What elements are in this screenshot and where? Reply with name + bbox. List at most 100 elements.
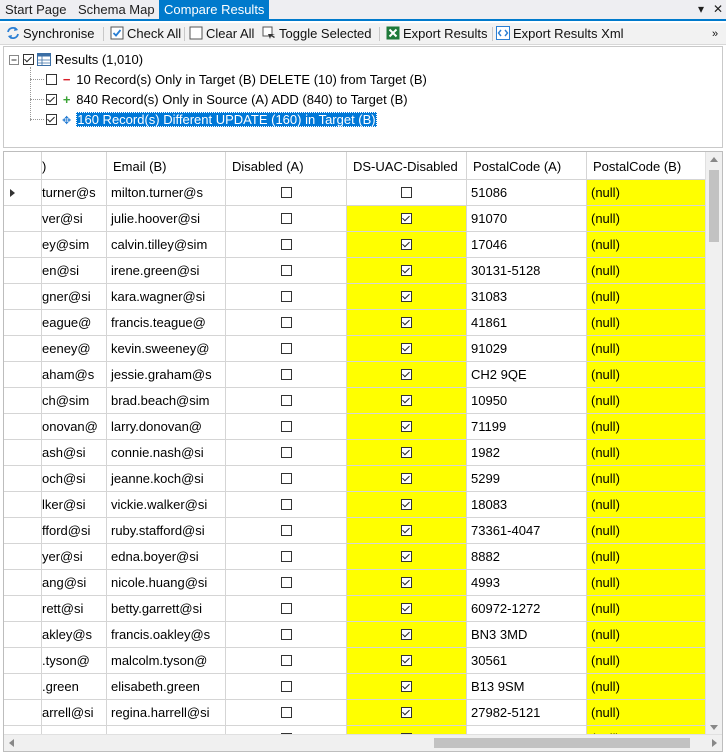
email-a-cell[interactable]: gner@si: [42, 284, 107, 310]
postal-code-b-cell[interactable]: (null): [587, 336, 707, 362]
column-header[interactable]: DS-UAC-Disabled: [347, 152, 467, 180]
vertical-scroll-thumb[interactable]: [709, 170, 719, 242]
column-header[interactable]: ): [42, 152, 107, 180]
disabled-a-checkbox[interactable]: [280, 473, 292, 484]
clear-all-button[interactable]: Clear All: [189, 25, 254, 43]
disabled-a-cell[interactable]: [226, 596, 347, 622]
postal-code-b-cell[interactable]: (null): [587, 440, 707, 466]
row-header[interactable]: [4, 440, 42, 466]
ds-uac-disabled-cell[interactable]: [347, 544, 467, 570]
postal-code-b-cell[interactable]: (null): [587, 232, 707, 258]
disabled-a-cell[interactable]: [226, 674, 347, 700]
disabled-a-cell[interactable]: [226, 336, 347, 362]
ds-uac-disabled-cell[interactable]: [347, 258, 467, 284]
disabled-a-checkbox[interactable]: [280, 447, 292, 458]
ds-uac-disabled-checkbox[interactable]: [401, 213, 412, 224]
email-b-cell[interactable]: milton.turner@s: [107, 180, 226, 206]
horizontal-scroll-thumb[interactable]: [434, 738, 690, 748]
ds-uac-disabled-cell[interactable]: [347, 336, 467, 362]
ds-uac-disabled-checkbox[interactable]: [401, 551, 412, 562]
disabled-a-checkbox[interactable]: [280, 681, 292, 692]
ds-uac-disabled-cell[interactable]: [347, 674, 467, 700]
row-header[interactable]: [4, 336, 42, 362]
email-a-cell[interactable]: onovan@: [42, 414, 107, 440]
collapse-icon[interactable]: [9, 55, 19, 65]
postal-code-b-cell[interactable]: (null): [587, 648, 707, 674]
email-b-cell[interactable]: betty.garrett@si: [107, 596, 226, 622]
postal-code-a-cell[interactable]: 30561: [467, 648, 587, 674]
postal-code-b-cell[interactable]: (null): [587, 284, 707, 310]
postal-code-b-cell[interactable]: (null): [587, 388, 707, 414]
postal-code-a-cell[interactable]: 4993: [467, 570, 587, 596]
ds-uac-disabled-cell[interactable]: [347, 388, 467, 414]
tab-start-page[interactable]: Start Page: [0, 0, 71, 19]
ds-uac-disabled-cell[interactable]: [347, 284, 467, 310]
ds-uac-disabled-cell[interactable]: [347, 310, 467, 336]
ds-uac-disabled-cell[interactable]: [347, 414, 467, 440]
email-b-cell[interactable]: malcolm.tyson@: [107, 648, 226, 674]
postal-code-b-cell[interactable]: (null): [587, 700, 707, 726]
ds-uac-disabled-checkbox[interactable]: [401, 239, 412, 250]
email-b-cell[interactable]: ruby.stafford@si: [107, 518, 226, 544]
ds-uac-disabled-cell[interactable]: [347, 492, 467, 518]
postal-code-a-cell[interactable]: 18083: [467, 492, 587, 518]
ds-uac-disabled-cell[interactable]: [347, 206, 467, 232]
postal-code-b-cell[interactable]: (null): [587, 518, 707, 544]
disabled-a-checkbox[interactable]: [280, 187, 292, 198]
disabled-a-checkbox[interactable]: [280, 525, 292, 536]
disabled-a-checkbox[interactable]: [280, 421, 292, 432]
ds-uac-disabled-cell[interactable]: [347, 700, 467, 726]
ds-uac-disabled-checkbox[interactable]: [401, 681, 412, 692]
postal-code-b-cell[interactable]: (null): [587, 674, 707, 700]
disabled-a-cell[interactable]: [226, 180, 347, 206]
disabled-a-checkbox[interactable]: [280, 213, 292, 224]
tree-item-delete[interactable]: − 10 Record(s) Only in Target (B) DELETE…: [46, 71, 427, 89]
disabled-a-cell[interactable]: [226, 388, 347, 414]
toggle-selected-button[interactable]: Toggle Selected: [262, 25, 372, 43]
ds-uac-disabled-checkbox[interactable]: [401, 707, 412, 718]
email-b-cell[interactable]: irene.green@si: [107, 258, 226, 284]
disabled-a-cell[interactable]: [226, 440, 347, 466]
postal-code-a-cell[interactable]: 30131-5128: [467, 258, 587, 284]
email-a-cell[interactable]: akley@s: [42, 622, 107, 648]
email-a-cell[interactable]: .green: [42, 674, 107, 700]
row-header[interactable]: [4, 388, 42, 414]
email-a-cell[interactable]: yer@si: [42, 544, 107, 570]
postal-code-b-cell[interactable]: (null): [587, 362, 707, 388]
disabled-a-cell[interactable]: [226, 414, 347, 440]
postal-code-a-cell[interactable]: 60972-1272: [467, 596, 587, 622]
ds-uac-disabled-checkbox[interactable]: [401, 187, 412, 198]
row-header[interactable]: [4, 596, 42, 622]
disabled-a-checkbox[interactable]: [280, 291, 292, 302]
postal-code-a-cell[interactable]: 27982-5121: [467, 700, 587, 726]
email-a-cell[interactable]: ang@si: [42, 570, 107, 596]
row-header[interactable]: [4, 674, 42, 700]
row-header[interactable]: [4, 570, 42, 596]
ds-uac-disabled-checkbox[interactable]: [401, 447, 412, 458]
tab-compare-results[interactable]: Compare Results: [159, 0, 270, 19]
email-b-cell[interactable]: edna.boyer@si: [107, 544, 226, 570]
disabled-a-cell[interactable]: [226, 570, 347, 596]
ds-uac-disabled-checkbox[interactable]: [401, 499, 412, 510]
email-b-cell[interactable]: kara.wagner@si: [107, 284, 226, 310]
row-header[interactable]: [4, 622, 42, 648]
tree-item-add[interactable]: + 840 Record(s) Only in Source (A) ADD (…: [46, 91, 408, 109]
email-b-cell[interactable]: regina.harrell@si: [107, 700, 226, 726]
toolbar-overflow-icon[interactable]: »: [712, 25, 718, 43]
postal-code-b-cell[interactable]: (null): [587, 622, 707, 648]
tree-root-checkbox[interactable]: [22, 54, 34, 65]
disabled-a-cell[interactable]: [226, 648, 347, 674]
disabled-a-cell[interactable]: [226, 362, 347, 388]
ds-uac-disabled-cell[interactable]: [347, 596, 467, 622]
column-header[interactable]: PostalCode (B): [587, 152, 707, 180]
postal-code-b-cell[interactable]: (null): [587, 466, 707, 492]
row-header[interactable]: [4, 492, 42, 518]
row-header[interactable]: [4, 258, 42, 284]
email-a-cell[interactable]: ch@sim: [42, 388, 107, 414]
email-b-cell[interactable]: brad.beach@sim: [107, 388, 226, 414]
postal-code-a-cell[interactable]: CH2 9QE: [467, 362, 587, 388]
postal-code-a-cell[interactable]: 91029: [467, 336, 587, 362]
row-header[interactable]: [4, 362, 42, 388]
email-a-cell[interactable]: ver@si: [42, 206, 107, 232]
tree-root-row[interactable]: Results (1,010): [9, 51, 143, 69]
